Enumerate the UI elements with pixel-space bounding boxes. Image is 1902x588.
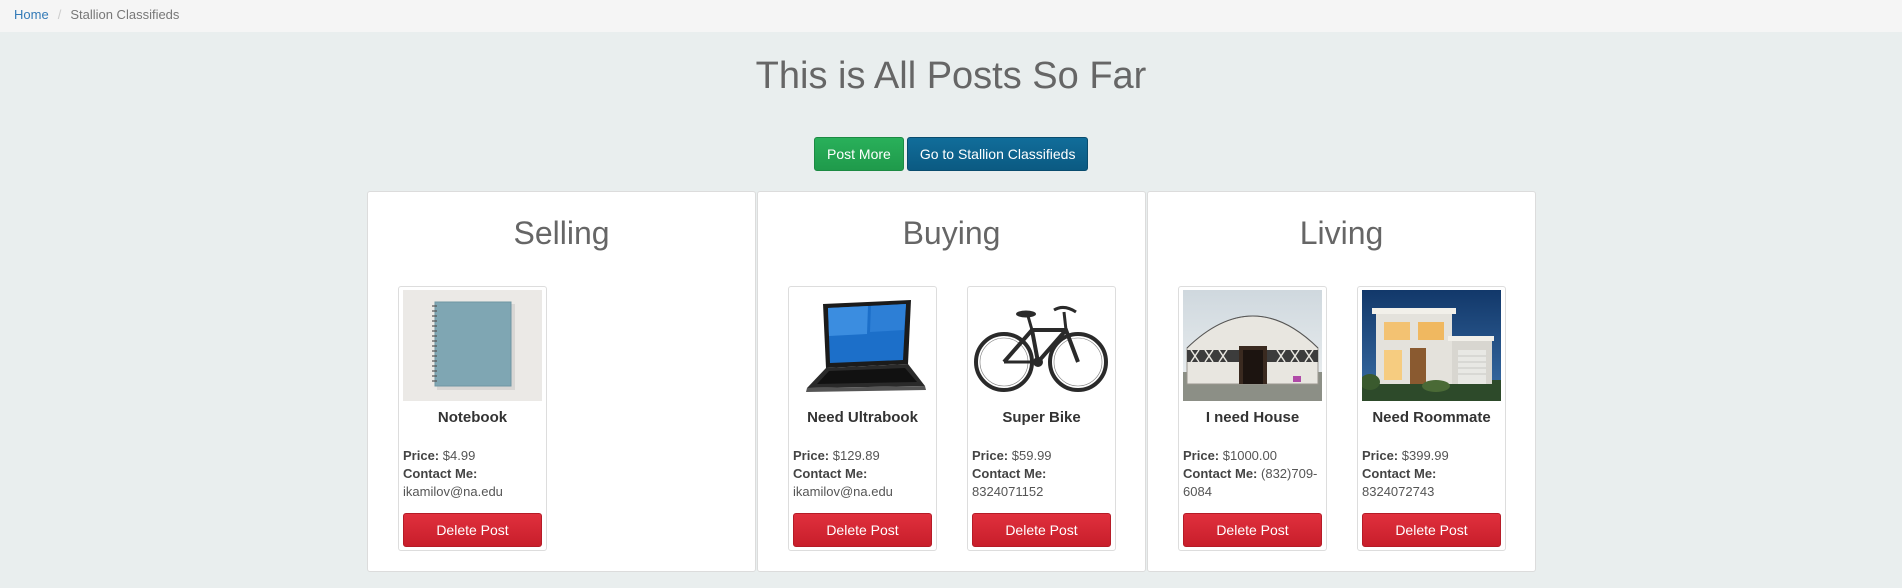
contact-label: Contact Me: xyxy=(972,466,1047,481)
panel-buying: Buying Need Ultrabook Price: $129.89 Con… xyxy=(757,191,1146,572)
post-title: Need Ultrabook xyxy=(807,409,918,426)
contact-value: (832)709- xyxy=(1261,466,1318,481)
notebook-image xyxy=(403,290,542,401)
price-label: Price: xyxy=(1362,448,1399,463)
post-details: Price: $4.99 Contact Me: ikamilov@na.edu xyxy=(403,447,543,501)
post-title: Super Bike xyxy=(1002,409,1081,426)
post-details: Price: $129.89 Contact Me: ikamilov@na.e… xyxy=(793,447,933,501)
action-buttons: Post More Go to Stallion Classifieds xyxy=(814,137,1089,171)
price-value: $399.99 xyxy=(1401,448,1449,463)
price-label: Price: xyxy=(793,448,830,463)
post-card-ultrabook: Need Ultrabook Price: $129.89 Contact Me… xyxy=(788,286,937,551)
panel-title-living: Living xyxy=(1299,215,1384,251)
post-title: Need Roommate xyxy=(1372,409,1491,426)
breadcrumb: Home / Stallion Classifieds xyxy=(0,0,1902,32)
post-card-house: I need House Price: $1000.00 Contact Me:… xyxy=(1178,286,1327,551)
yurt-image xyxy=(1183,290,1322,401)
delete-post-button[interactable]: Delete Post xyxy=(1183,513,1322,547)
panel-selling: Selling Notebook Price: $4.99 Contact Me… xyxy=(367,191,756,572)
post-details: Price: $59.99 Contact Me: 8324071152 xyxy=(972,447,1112,501)
panel-living: Living I need House Price: $1000.00 Cont… xyxy=(1147,191,1536,572)
delete-post-button[interactable]: Delete Post xyxy=(972,513,1111,547)
post-more-button[interactable]: Post More xyxy=(814,137,904,171)
post-title: Notebook xyxy=(437,409,508,426)
breadcrumb-separator: / xyxy=(57,7,62,22)
delete-post-button[interactable]: Delete Post xyxy=(403,513,542,547)
price-value: $59.99 xyxy=(1011,448,1052,463)
page-title: This is All Posts So Far xyxy=(755,55,1147,97)
modern-house-image xyxy=(1362,290,1501,401)
bicycle-image xyxy=(972,290,1111,401)
post-card-super-bike: Super Bike Price: $59.99 Contact Me: 832… xyxy=(967,286,1116,551)
post-card-notebook: Notebook Price: $4.99 Contact Me: ikamil… xyxy=(398,286,547,551)
price-value: $129.89 xyxy=(832,448,880,463)
contact-value: ikamilov@na.edu xyxy=(403,484,503,499)
go-to-classifieds-button[interactable]: Go to Stallion Classifieds xyxy=(906,137,1089,171)
laptop-image xyxy=(793,290,932,401)
contact-value: ikamilov@na.edu xyxy=(793,484,893,499)
delete-post-button[interactable]: Delete Post xyxy=(793,513,932,547)
price-value: $4.99 xyxy=(442,448,476,463)
contact-label: Contact Me: xyxy=(1183,466,1258,481)
contact-value-continued: 6084 xyxy=(1183,484,1212,499)
price-label: Price: xyxy=(1183,448,1220,463)
breadcrumb-home-link[interactable]: Home xyxy=(14,7,49,22)
post-details: Price: $399.99 Contact Me: 8324072743 xyxy=(1362,447,1502,501)
contact-label: Contact Me: xyxy=(1362,466,1437,481)
price-label: Price: xyxy=(972,448,1009,463)
post-title: I need House xyxy=(1205,409,1300,426)
contact-label: Contact Me: xyxy=(403,466,478,481)
contact-value: 8324071152 xyxy=(972,484,1044,499)
contact-label: Contact Me: xyxy=(793,466,868,481)
panel-title-buying: Buying xyxy=(902,215,1001,251)
contact-value: 8324072743 xyxy=(1362,484,1435,499)
price-label: Price: xyxy=(403,448,440,463)
panel-title-selling: Selling xyxy=(513,215,610,251)
breadcrumb-current: Stallion Classifieds xyxy=(70,7,180,22)
delete-post-button[interactable]: Delete Post xyxy=(1362,513,1501,547)
post-details: Price: $1000.00 Contact Me: (832)709- 60… xyxy=(1183,447,1323,501)
price-value: $1000.00 xyxy=(1222,448,1277,463)
post-card-roommate: Need Roommate Price: $399.99 Contact Me:… xyxy=(1357,286,1506,551)
